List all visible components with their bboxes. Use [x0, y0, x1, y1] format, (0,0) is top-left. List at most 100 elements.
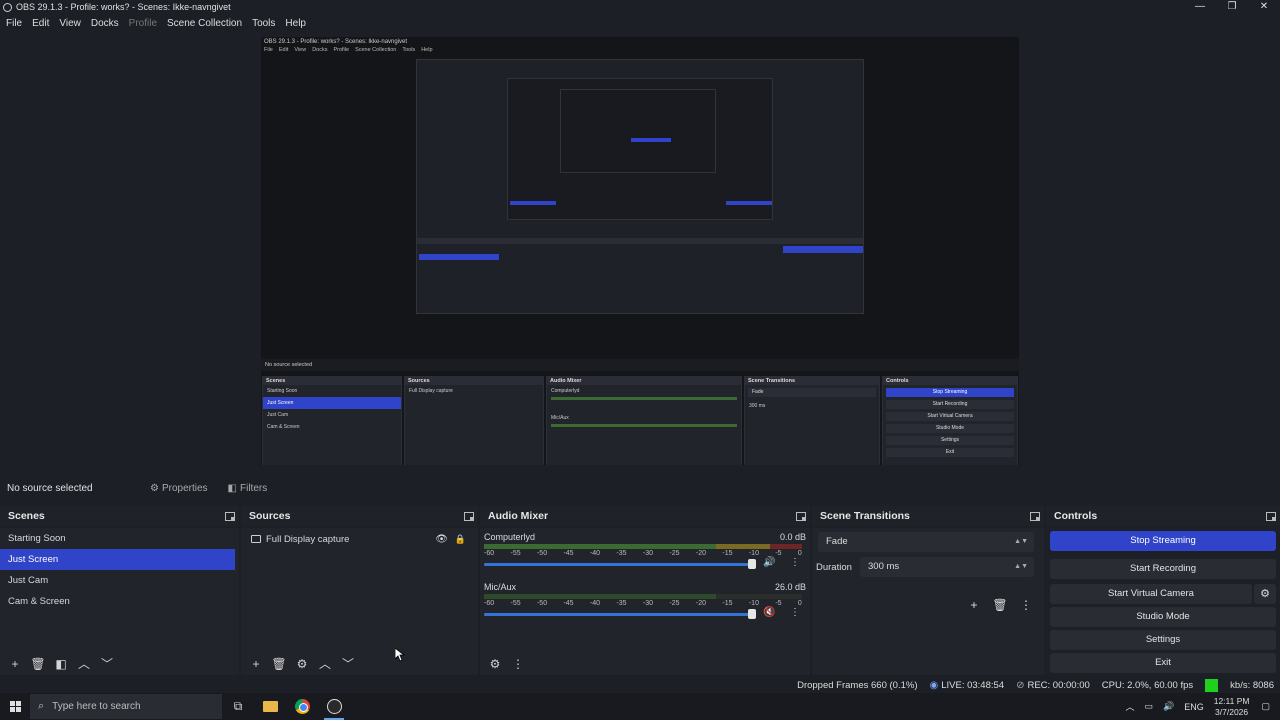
search-icon: ⌕ — [38, 700, 45, 712]
fader-handle[interactable] — [748, 609, 756, 619]
scene-item-just-cam[interactable]: Just Cam — [0, 570, 239, 591]
channel-menu-icon[interactable]: ⋮ — [790, 557, 800, 568]
chrome-icon[interactable] — [286, 693, 318, 720]
network-icon[interactable]: ▭ — [1144, 701, 1153, 712]
minimize-icon[interactable]: — — [1184, 0, 1216, 14]
preview-mini-source-bar: No source selected — [261, 359, 1019, 371]
audio-mixer-dock: Audio Mixer Computerlyd 0.0 dB -60 -55 -50… — [480, 506, 810, 675]
mixer-menu-icon[interactable]: ⋮ — [509, 655, 527, 673]
scene-item-just-screen[interactable]: Just Screen — [0, 549, 235, 570]
volume-icon[interactable]: 🔊 — [1163, 701, 1174, 712]
file-explorer-icon[interactable] — [254, 693, 286, 720]
lock-icon[interactable]: 🔒 — [455, 534, 466, 545]
transition-menu-icon[interactable]: ⋮ — [1016, 598, 1036, 612]
stop-streaming-button[interactable]: Stop Streaming — [1050, 531, 1276, 551]
volume-fader[interactable] — [484, 613, 752, 616]
channel-menu-icon[interactable]: ⋮ — [790, 607, 800, 618]
taskbar-search[interactable]: ⌕ Type here to search — [30, 694, 222, 719]
menu-scene-collection[interactable]: Scene Collection — [167, 18, 242, 29]
muted-speaker-icon[interactable]: 🔇 — [763, 607, 775, 618]
source-properties-icon[interactable]: ⚙ — [293, 655, 311, 673]
transitions-body: Fade ▲▼ Duration 300 ms ▲▼ + 🗑 ⋮ — [812, 528, 1044, 675]
menu-edit[interactable]: Edit — [32, 18, 49, 29]
source-item-label: Full Display capture — [266, 533, 350, 545]
channel-volume-db: 26.0 dB — [774, 582, 806, 592]
volume-fader[interactable] — [484, 563, 752, 566]
stream-health-indicator — [1205, 678, 1219, 692]
source-item[interactable]: Full Display capture 👁 🔒 — [241, 528, 478, 550]
language-indicator[interactable]: ENG — [1184, 702, 1204, 712]
windows-taskbar: ⌕ Type here to search ⧉ ︿ ▭ 🔊 ENG 12:11 … — [0, 693, 1280, 720]
properties-button[interactable]: ⚙ Properties — [144, 481, 214, 496]
clock[interactable]: 12:11 PM 3/7/2026 — [1214, 696, 1250, 718]
preview-mini-sources: Sources Full Display capture — [404, 376, 544, 465]
obs-taskbar-icon[interactable] — [318, 693, 350, 720]
remove-transition-icon[interactable]: 🗑 — [990, 598, 1010, 612]
scenes-dock: Scenes Starting Soon Just Screen Just Ca… — [0, 506, 239, 675]
undock-icon[interactable] — [796, 511, 806, 521]
remove-scene-icon[interactable]: 🗑 — [29, 655, 47, 673]
exit-button[interactable]: Exit — [1050, 653, 1276, 673]
window-title: OBS 29.1.3 - Profile: works? - Scenes: I… — [16, 2, 231, 12]
menu-docks[interactable]: Docks — [91, 18, 119, 29]
menu-profile[interactable]: Profile — [129, 18, 157, 29]
move-up-icon[interactable]: ︿ — [316, 655, 334, 673]
volume-meter — [484, 594, 802, 599]
virtual-camera-settings-icon[interactable]: ⚙ — [1254, 584, 1276, 604]
scenes-dock-header: Scenes — [0, 506, 239, 526]
no-source-label: No source selected — [7, 482, 93, 494]
undock-icon[interactable] — [1030, 511, 1040, 521]
scenes-toolbar: + 🗑 ◧ ︿ ﹀ — [0, 653, 239, 675]
broadcast-icon: ◉ — [929, 679, 939, 691]
menu-tools[interactable]: Tools — [252, 18, 275, 29]
task-view-icon[interactable]: ⧉ — [222, 693, 254, 720]
menu-bar: File Edit View Docks Profile Scene Colle… — [0, 15, 316, 31]
scene-transitions-title: Scene Transitions — [820, 510, 910, 522]
record-icon: ⊘ — [1016, 679, 1025, 691]
start-recording-button[interactable]: Start Recording — [1050, 559, 1276, 579]
scene-item-cam-and-screen[interactable]: Cam & Screen — [0, 591, 239, 612]
preview-mini-transitions: Scene Transitions Fade 300 ms — [744, 376, 880, 465]
advanced-audio-icon[interactable]: ⚙ — [486, 655, 504, 673]
remove-source-icon[interactable]: 🗑 — [270, 655, 288, 673]
start-virtual-camera-button[interactable]: Start Virtual Camera — [1050, 584, 1252, 604]
settings-button[interactable]: Settings — [1050, 630, 1276, 650]
eye-icon[interactable]: 👁 — [435, 534, 448, 545]
add-source-icon[interactable]: + — [247, 655, 265, 673]
status-bar: Dropped Frames 660 (0.1%) ◉ LIVE: 03:48:… — [0, 677, 1280, 693]
preview-mini-mixer: Audio Mixer Computerlyd Mic/Aux — [546, 376, 742, 465]
preview-mini-titlebar: OBS 29.1.3 - Profile: works? - Scenes: I… — [264, 39, 408, 45]
studio-mode-button[interactable]: Studio Mode — [1050, 607, 1276, 627]
scene-transitions-dock: Scene Transitions Fade ▲▼ Duration 300 m… — [812, 506, 1044, 675]
add-transition-icon[interactable]: + — [964, 598, 984, 612]
scene-filters-icon[interactable]: ◧ — [52, 655, 70, 673]
transition-select[interactable]: Fade ▲▼ — [818, 532, 1034, 552]
scene-item-starting-soon[interactable]: Starting Soon — [0, 528, 239, 549]
undock-icon[interactable] — [464, 511, 474, 521]
move-down-icon[interactable]: ﹀ — [339, 655, 357, 673]
menu-file[interactable]: File — [6, 18, 22, 29]
updown-chevron-icon: ▲▼ — [1014, 538, 1028, 545]
fader-handle[interactable] — [748, 559, 756, 569]
start-button[interactable] — [0, 693, 30, 720]
transition-tools: + 🗑 ⋮ — [958, 598, 1036, 612]
menu-view[interactable]: View — [59, 18, 81, 29]
move-up-icon[interactable]: ︿ — [75, 655, 93, 673]
undock-icon[interactable] — [225, 511, 235, 521]
filters-button[interactable]: ◧ Filters — [222, 481, 274, 496]
add-scene-icon[interactable]: + — [6, 655, 24, 673]
mixer-channel: Mic/Aux 26.0 dB -60 -55 -50 -45 -40 -35 -30 -25… — [484, 582, 806, 628]
close-icon[interactable]: ✕ — [1248, 0, 1280, 14]
duration-spinbox[interactable]: 300 ms ▲▼ — [860, 557, 1034, 577]
undock-icon[interactable] — [1266, 511, 1276, 521]
sources-toolbar: + 🗑 ⚙ ︿ ﹀ — [241, 653, 478, 675]
mixer-channels: Computerlyd 0.0 dB -60 -55 -50 -45 -40 -35 -30… — [480, 528, 810, 675]
restore-icon[interactable]: ❐ — [1216, 0, 1248, 14]
speaker-icon[interactable]: 🔊 — [763, 557, 775, 568]
tray-chevron-icon[interactable]: ︿ — [1125, 700, 1134, 713]
notifications-icon[interactable]: ▢ — [1261, 701, 1270, 712]
menu-help[interactable]: Help — [285, 18, 306, 29]
mixer-channel: Computerlyd 0.0 dB -60 -55 -50 -45 -40 -35 -30… — [484, 532, 806, 578]
move-down-icon[interactable]: ﹀ — [98, 655, 116, 673]
preview-canvas[interactable]: OBS 29.1.3 - Profile: works? - Scenes: I… — [261, 37, 1019, 465]
